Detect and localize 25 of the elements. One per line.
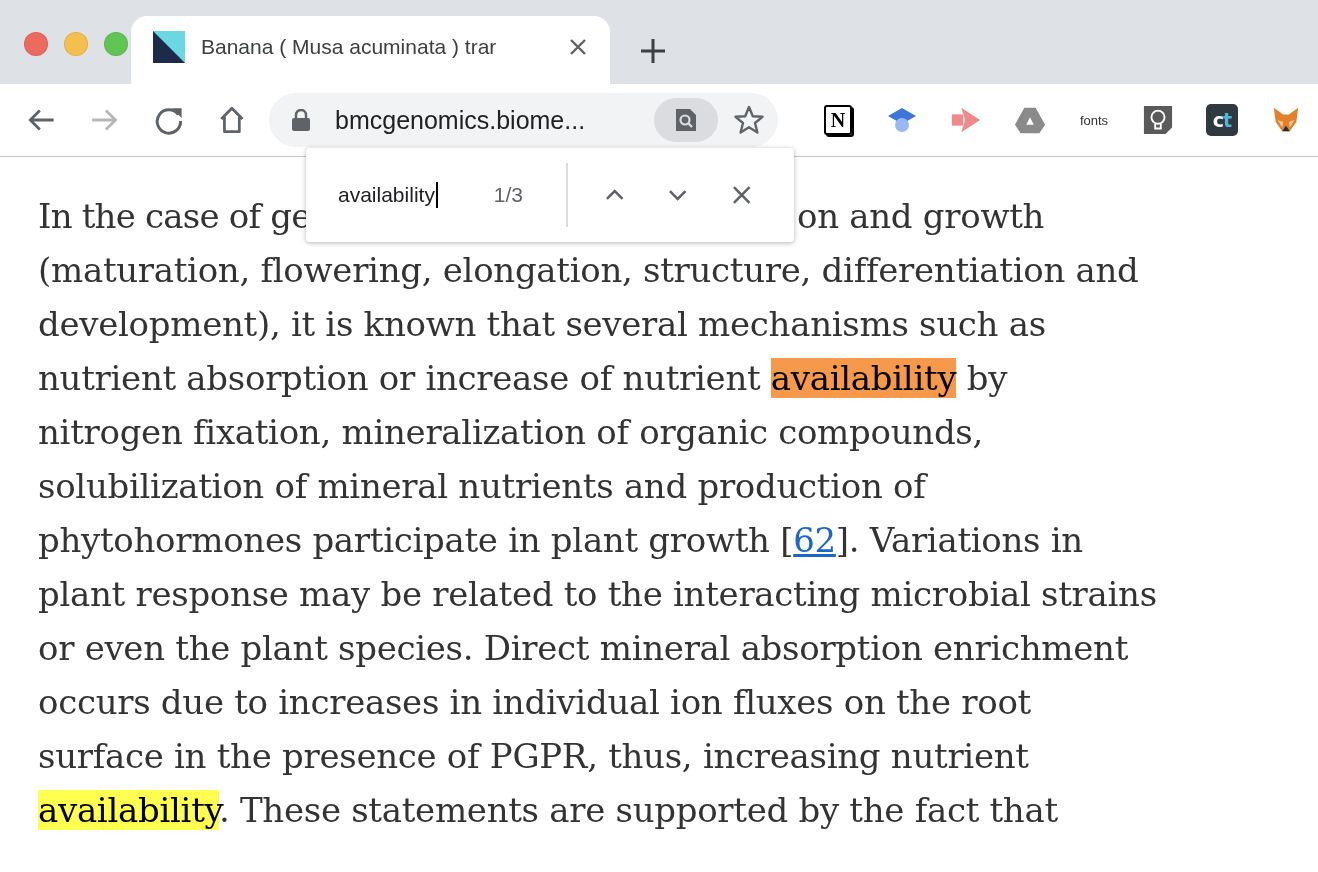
site-logo-icon xyxy=(153,31,185,63)
find-in-page-button[interactable] xyxy=(654,98,718,142)
tile-logo-icon[interactable]: ct xyxy=(1206,104,1238,136)
search-icon xyxy=(675,108,697,132)
browser-tab[interactable]: Banana ( Musa acuminata ) trar xyxy=(131,16,610,84)
text-line: on and growth xyxy=(797,195,1045,238)
new-tab-icon[interactable] xyxy=(640,38,666,64)
reload-icon[interactable] xyxy=(153,105,184,135)
star-icon[interactable] xyxy=(734,105,764,135)
graduation-cap-icon[interactable] xyxy=(886,105,918,135)
tab-title: Banana ( Musa acuminata ) trar xyxy=(201,35,498,59)
close-icon[interactable] xyxy=(568,37,588,57)
url-text: bmcgenomics.biome... xyxy=(335,105,587,135)
lightbulb-icon[interactable] xyxy=(1142,105,1174,135)
fonts-extension[interactable]: fonts xyxy=(1079,112,1109,128)
find-field[interactable]: availability xyxy=(338,182,494,208)
citation-link[interactable]: 62 xyxy=(793,520,836,560)
match-count: 1/3 xyxy=(493,183,524,207)
lock-icon xyxy=(291,109,311,131)
cube-logo-icon[interactable]: N xyxy=(824,105,852,135)
address-bar[interactable]: bmcgenomics.biome... xyxy=(269,93,778,147)
window-button[interactable] xyxy=(24,32,48,56)
triangle-logo-icon[interactable] xyxy=(1014,105,1046,135)
search-highlight: availability xyxy=(38,790,219,830)
close-icon[interactable] xyxy=(730,184,753,206)
